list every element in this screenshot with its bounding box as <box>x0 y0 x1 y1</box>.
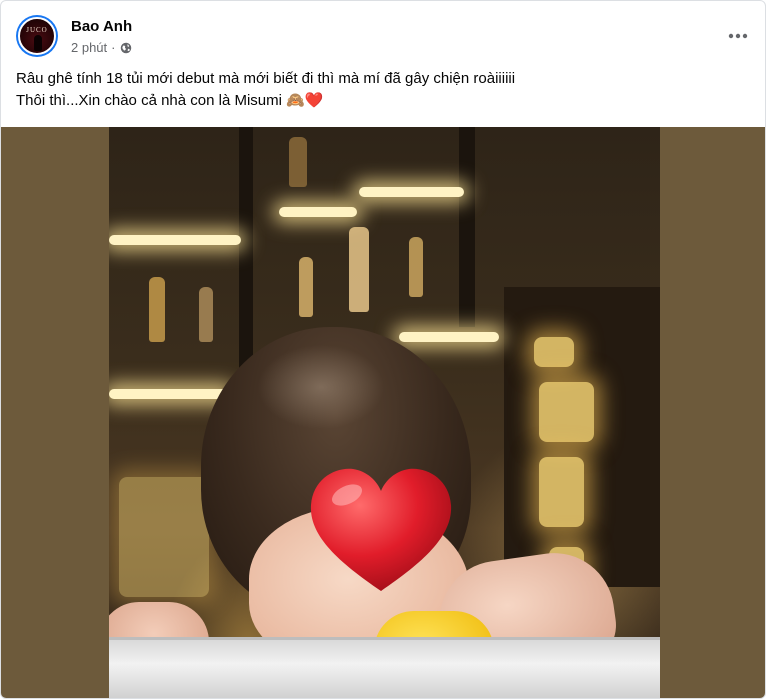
bottle <box>349 227 369 312</box>
bottle <box>199 287 213 342</box>
wine-rack-light <box>539 457 584 527</box>
post-text-line-1: Râu ghê tính 18 tủi mới debut mà mới biế… <box>16 70 516 87</box>
shelf-light <box>109 235 241 245</box>
post-header: JUCO Bao Anh 2 phút · <box>16 15 756 61</box>
more-options-button[interactable] <box>720 21 756 51</box>
wine-rack-light <box>539 382 594 442</box>
bottle <box>409 237 423 297</box>
post-text: Râu ghê tính 18 tủi mới debut mà mới biế… <box>16 68 751 112</box>
author-name[interactable]: Bao Anh <box>71 18 132 35</box>
globe-icon[interactable] <box>120 42 132 54</box>
post-text-line-2: Thôi thì...Xin chào cả nhà con là Misumi… <box>16 92 324 109</box>
post-card: JUCO Bao Anh 2 phút · Râu ghê tính 18 tủ… <box>0 0 766 699</box>
avatar[interactable]: JUCO <box>16 15 58 57</box>
shelf-light <box>359 187 464 197</box>
post-media[interactable] <box>1 127 765 698</box>
post-photo[interactable] <box>109 127 660 698</box>
bottle <box>149 277 165 342</box>
meta-separator: · <box>111 40 116 55</box>
cabinet-frame <box>239 127 253 377</box>
shelf-light <box>399 332 499 342</box>
bottle <box>299 257 313 317</box>
bottle <box>289 137 307 187</box>
avatar-image: JUCO <box>18 17 56 55</box>
shelf-light <box>279 207 357 217</box>
shelf-light <box>109 389 229 399</box>
shelf-glow <box>119 477 209 597</box>
cabinet-frame <box>459 127 475 327</box>
post-meta: 2 phút · <box>71 40 132 55</box>
wine-rack-light <box>534 337 574 367</box>
crib-rail <box>109 637 660 698</box>
post-timestamp[interactable]: 2 phút <box>71 40 107 55</box>
avatar-figure <box>34 35 42 51</box>
more-options-icon <box>728 33 748 39</box>
heart-emoji-icon <box>310 468 452 591</box>
avatar-logo-text: JUCO <box>26 26 48 34</box>
